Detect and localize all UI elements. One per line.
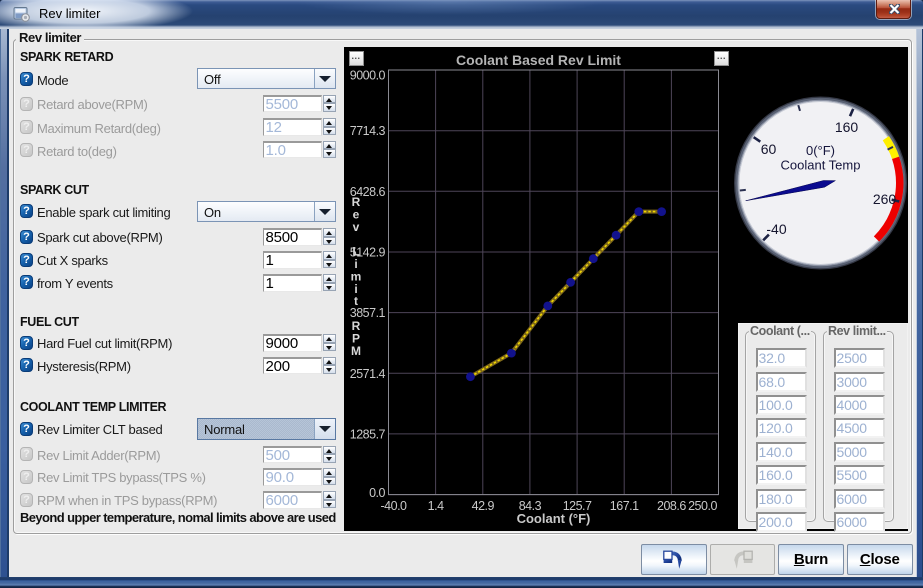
svg-text:0.0: 0.0 (369, 486, 385, 500)
svg-text:Coolant (°F): Coolant (°F) (516, 511, 590, 526)
svg-text:1.4: 1.4 (427, 499, 443, 513)
svg-text:7714.3: 7714.3 (349, 124, 385, 138)
svg-text:-40.0: -40.0 (380, 499, 407, 513)
svg-text:167.1: 167.1 (609, 499, 638, 513)
svg-text:Coolant Temp: Coolant Temp (780, 158, 860, 173)
svg-text:9000.0: 9000.0 (349, 68, 385, 82)
svg-text:2571.4: 2571.4 (349, 367, 385, 381)
svg-text:250.0: 250.0 (688, 499, 717, 513)
svg-text:60: 60 (760, 141, 776, 157)
svg-text:0(°F): 0(°F) (805, 143, 834, 158)
svg-text:1285.7: 1285.7 (349, 427, 385, 441)
svg-text:v: v (352, 220, 359, 234)
svg-text:-40: -40 (766, 221, 786, 237)
svg-text:M: M (351, 344, 361, 358)
svg-text:42.9: 42.9 (471, 499, 494, 513)
svg-text:260: 260 (872, 191, 896, 207)
svg-text:Coolant Based Rev Limit: Coolant Based Rev Limit (456, 52, 621, 68)
svg-text:t: t (354, 294, 358, 308)
svg-text:160: 160 (834, 119, 858, 135)
svg-text:208.6: 208.6 (657, 499, 686, 513)
